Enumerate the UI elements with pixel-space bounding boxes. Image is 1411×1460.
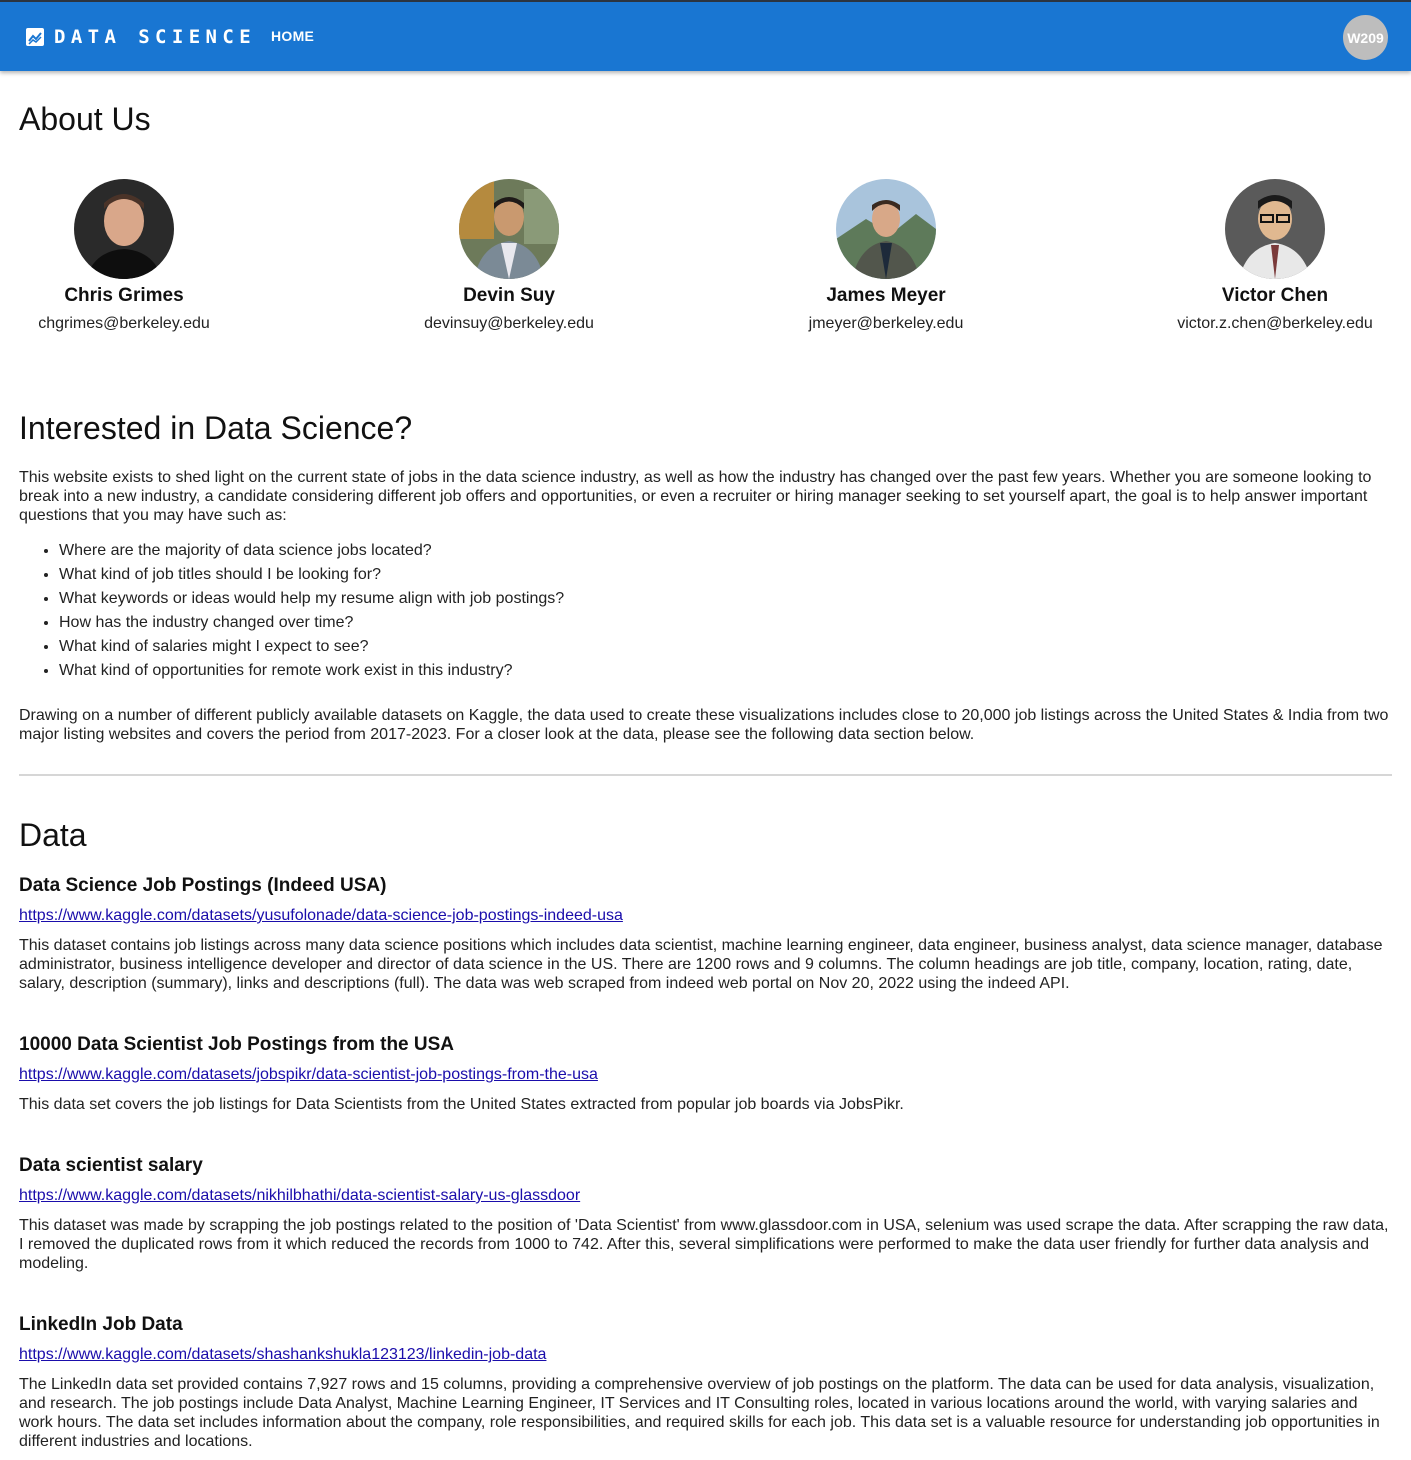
list-item: How has the industry changed over time? [59,613,564,637]
questions-list: Where are the majority of data science j… [59,541,564,685]
team-member: Devin Suy devinsuy@berkeley.edu [379,179,639,333]
section-divider [19,774,1392,776]
list-item: What kind of opportunities for remote wo… [59,661,564,685]
member-photo [459,179,559,279]
dataset-link[interactable]: https://www.kaggle.com/datasets/shashank… [19,1346,546,1364]
member-name: Devin Suy [463,285,555,306]
list-item: What kind of salaries might I expect to … [59,637,564,661]
dataset-title: Data scientist salary [19,1155,203,1176]
dataset-title: 10000 Data Scientist Job Postings from t… [19,1034,455,1055]
team-member: Chris Grimes chgrimes@berkeley.edu [0,179,254,333]
dataset-description: This dataset was made by scrapping the j… [19,1217,1389,1272]
team-member: James Meyer jmeyer@berkeley.edu [756,179,1016,333]
dataset-title: LinkedIn Job Data [19,1314,183,1335]
dataset-link[interactable]: https://www.kaggle.com/datasets/yusufolo… [19,907,623,925]
dataset-link[interactable]: https://www.kaggle.com/datasets/nikhilbh… [19,1187,580,1205]
member-email: victor.z.chen@berkeley.edu [1177,315,1373,332]
brand[interactable]: DATA SCIENCE [26,26,256,48]
dataset-title: Data Science Job Postings (Indeed USA) [19,875,387,896]
member-name: James Meyer [826,285,946,306]
member-photo [74,179,174,279]
about-title: About Us [19,101,151,137]
interest-closing: Drawing on a number of different publicl… [19,707,1389,743]
list-item: What kind of job titles should I be look… [59,565,564,589]
dataset-description: This dataset contains job listings acros… [19,937,1383,992]
member-email: chgrimes@berkeley.edu [38,315,210,332]
list-item: Where are the majority of data science j… [59,541,564,565]
brand-title: DATA SCIENCE [54,26,257,48]
list-item: What keywords or ideas would help my res… [59,589,564,613]
member-photo [836,179,936,279]
nav-home-link[interactable]: HOME [271,28,314,44]
member-name: Chris Grimes [64,285,184,306]
member-photo [1225,179,1325,279]
team-member: Victor Chen victor.z.chen@berkeley.edu [1145,179,1405,333]
member-name: Victor Chen [1221,285,1329,306]
interest-intro: This website exists to shed light on the… [19,469,1372,524]
dataset-description: This data set covers the job listings fo… [19,1096,904,1113]
member-email: devinsuy@berkeley.edu [424,315,594,332]
member-email: jmeyer@berkeley.edu [808,315,964,332]
dataset-link[interactable]: https://www.kaggle.com/datasets/jobspikr… [19,1066,598,1084]
chart-icon [26,28,44,46]
dataset-description: The LinkedIn data set provided contains … [19,1376,1380,1450]
interest-title: Interested in Data Science? [19,410,413,446]
app-bar: DATA SCIENCE HOME W209 [0,0,1411,71]
data-title: Data [19,817,87,853]
user-avatar[interactable]: W209 [1343,15,1388,60]
